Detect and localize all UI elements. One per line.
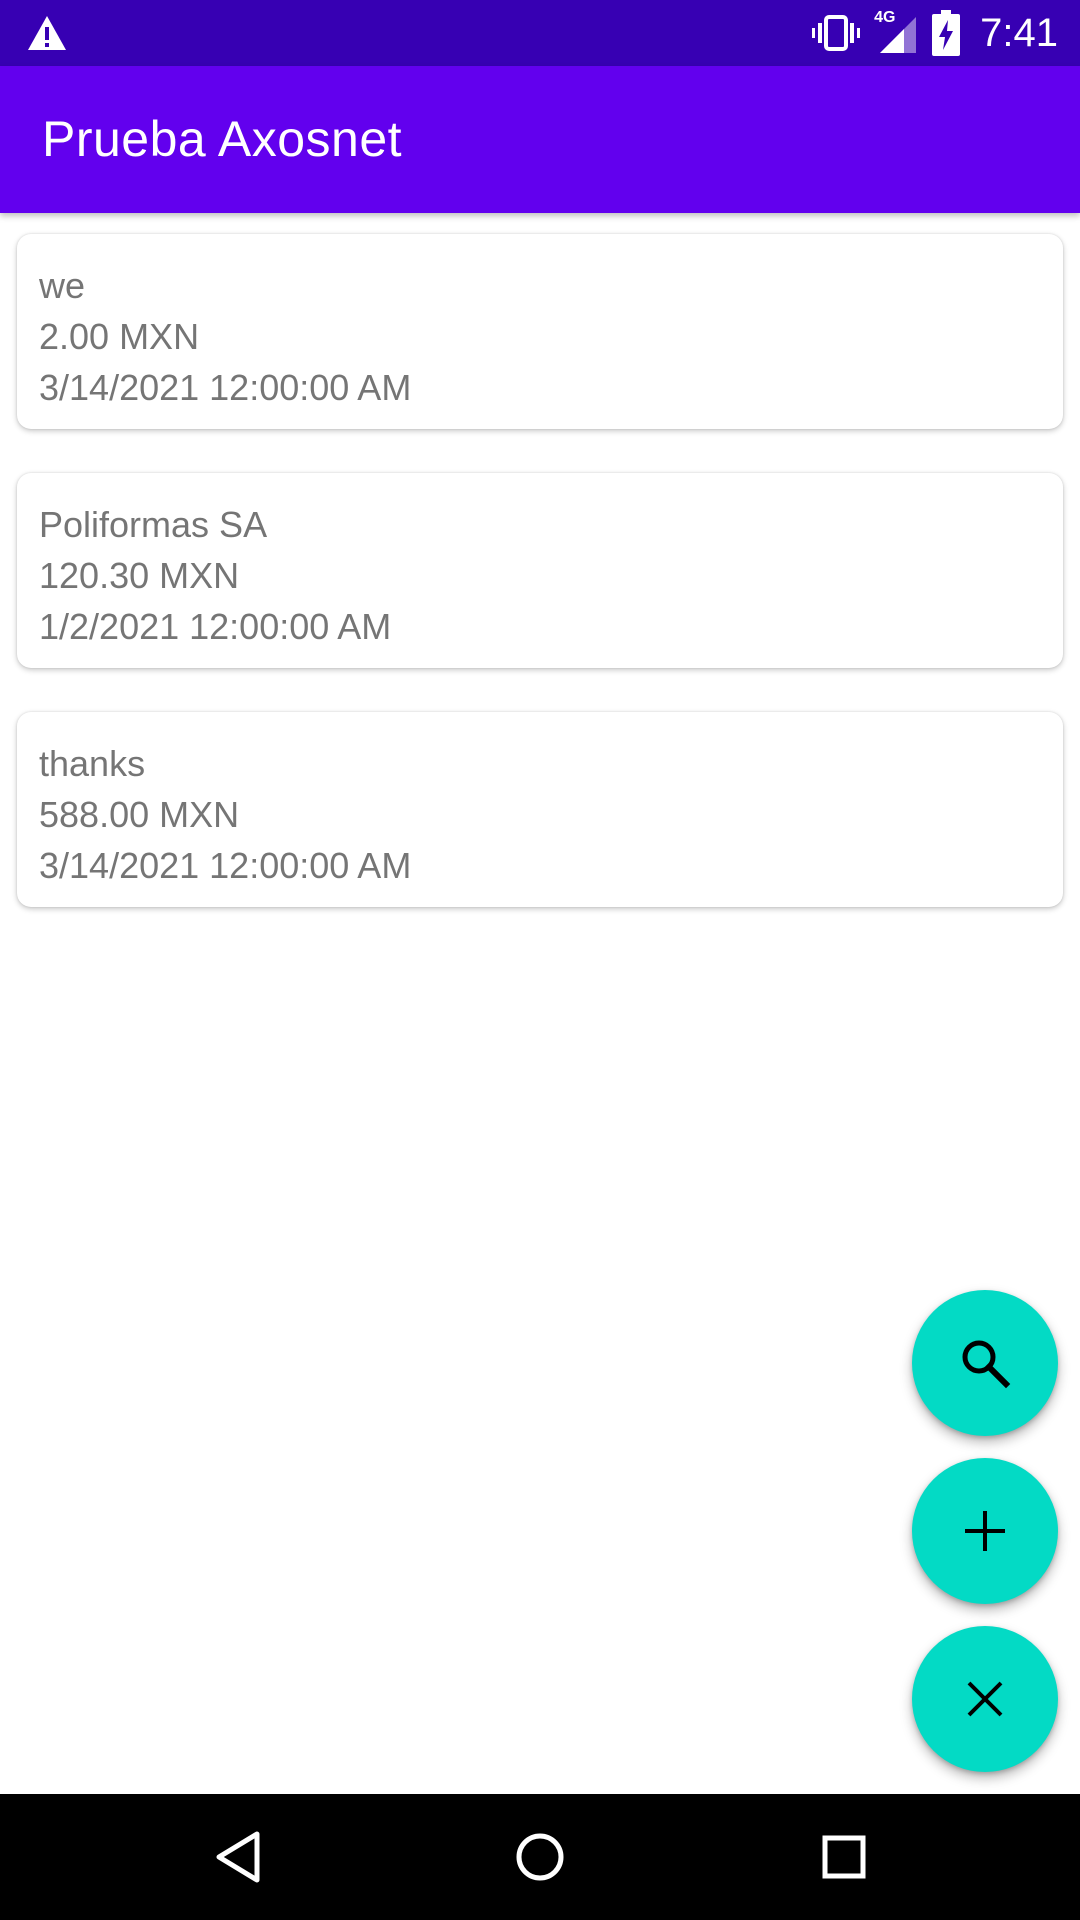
- vibrate-icon: [812, 15, 861, 51]
- search-button[interactable]: [912, 1290, 1058, 1436]
- navigation-bar: [0, 1794, 1080, 1920]
- battery-charging-icon: [932, 10, 961, 56]
- recents-button[interactable]: [806, 1819, 882, 1895]
- receipt-card[interactable]: we 2.00 MXN 3/14/2021 12:00:00 AM: [17, 234, 1063, 429]
- receipt-provider: thanks: [39, 743, 146, 784]
- home-icon: [516, 1833, 564, 1881]
- receipt-amount: 120.30 MXN: [39, 555, 240, 596]
- receipt-date: 3/14/2021 12:00:00 AM: [39, 845, 412, 886]
- receipt-provider: we: [39, 265, 86, 306]
- receipt-card[interactable]: thanks 588.00 MXN 3/14/2021 12:00:00 AM: [17, 712, 1063, 907]
- receipt-amount: 2.00 MXN: [39, 316, 200, 357]
- back-button[interactable]: [200, 1819, 276, 1895]
- home-button[interactable]: [502, 1819, 578, 1895]
- close-icon: [967, 1681, 1003, 1717]
- receipt-list: we 2.00 MXN 3/14/2021 12:00:00 AM Polifo…: [17, 234, 1063, 951]
- status-icons: 4G 7:41: [812, 0, 1058, 66]
- recents-icon: [822, 1835, 866, 1879]
- search-icon: [962, 1340, 1011, 1389]
- signal-icon: 4G: [874, 9, 918, 55]
- receipt-date: 1/2/2021 12:00:00 AM: [39, 606, 392, 647]
- back-icon: [216, 1831, 260, 1883]
- plus-icon: [965, 1511, 1005, 1551]
- add-button[interactable]: [912, 1458, 1058, 1604]
- close-button[interactable]: [912, 1626, 1058, 1772]
- receipt-card[interactable]: Poliformas SA 120.30 MXN 1/2/2021 12:00:…: [17, 473, 1063, 668]
- app-bar: Prueba Axosnet: [0, 66, 1080, 213]
- warning-icon: [28, 16, 66, 50]
- receipt-provider: Poliformas SA: [39, 504, 268, 545]
- page-title: Prueba Axosnet: [42, 111, 403, 167]
- status-time: 7:41: [980, 11, 1058, 55]
- receipt-amount: 588.00 MXN: [39, 794, 240, 835]
- status-bar: 4G 7:41: [0, 0, 1080, 66]
- receipt-date: 3/14/2021 12:00:00 AM: [39, 367, 412, 408]
